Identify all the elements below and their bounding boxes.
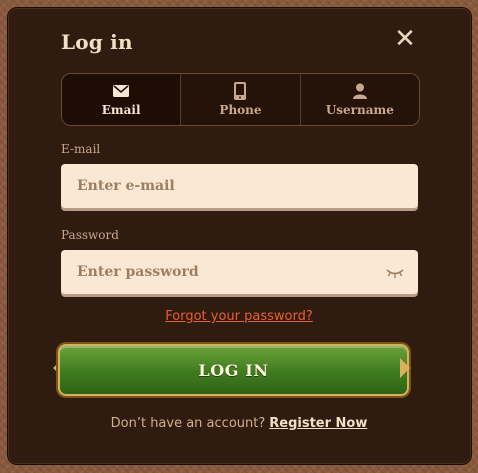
tab-email[interactable]: Email (62, 74, 182, 125)
register-prompt: Don’t have an account? Register Now (0, 416, 478, 431)
envelope-icon (113, 82, 130, 100)
login-modal: Log in ✕ Email Phone Username E-mail Pas… (7, 7, 472, 465)
forgot-password-link[interactable]: Forgot your password? (0, 309, 478, 324)
user-icon (352, 82, 367, 100)
right-ornament-icon (400, 358, 410, 378)
close-icon[interactable]: ✕ (392, 26, 418, 52)
tab-phone-label: Phone (219, 103, 262, 117)
tab-username[interactable]: Username (300, 74, 419, 125)
register-now-link[interactable]: Register Now (269, 416, 367, 431)
tab-email-label: Email (101, 103, 141, 117)
password-label: Password (61, 228, 119, 242)
phone-icon (234, 82, 247, 100)
eye-closed-icon[interactable] (386, 265, 404, 279)
email-input[interactable] (61, 178, 418, 194)
password-field-box (61, 250, 418, 294)
modal-title: Log in (61, 30, 133, 54)
register-prompt-text: Don’t have an account? (110, 416, 266, 431)
login-button[interactable]: LOG IN (58, 344, 409, 396)
email-field-box (61, 164, 418, 208)
tab-phone[interactable]: Phone (181, 74, 301, 125)
email-label: E-mail (61, 142, 101, 156)
login-method-tabs: Email Phone Username (61, 73, 420, 126)
password-input[interactable] (61, 264, 418, 280)
login-button-wrap: LOG IN (53, 344, 410, 396)
tab-username-label: Username (325, 103, 394, 117)
